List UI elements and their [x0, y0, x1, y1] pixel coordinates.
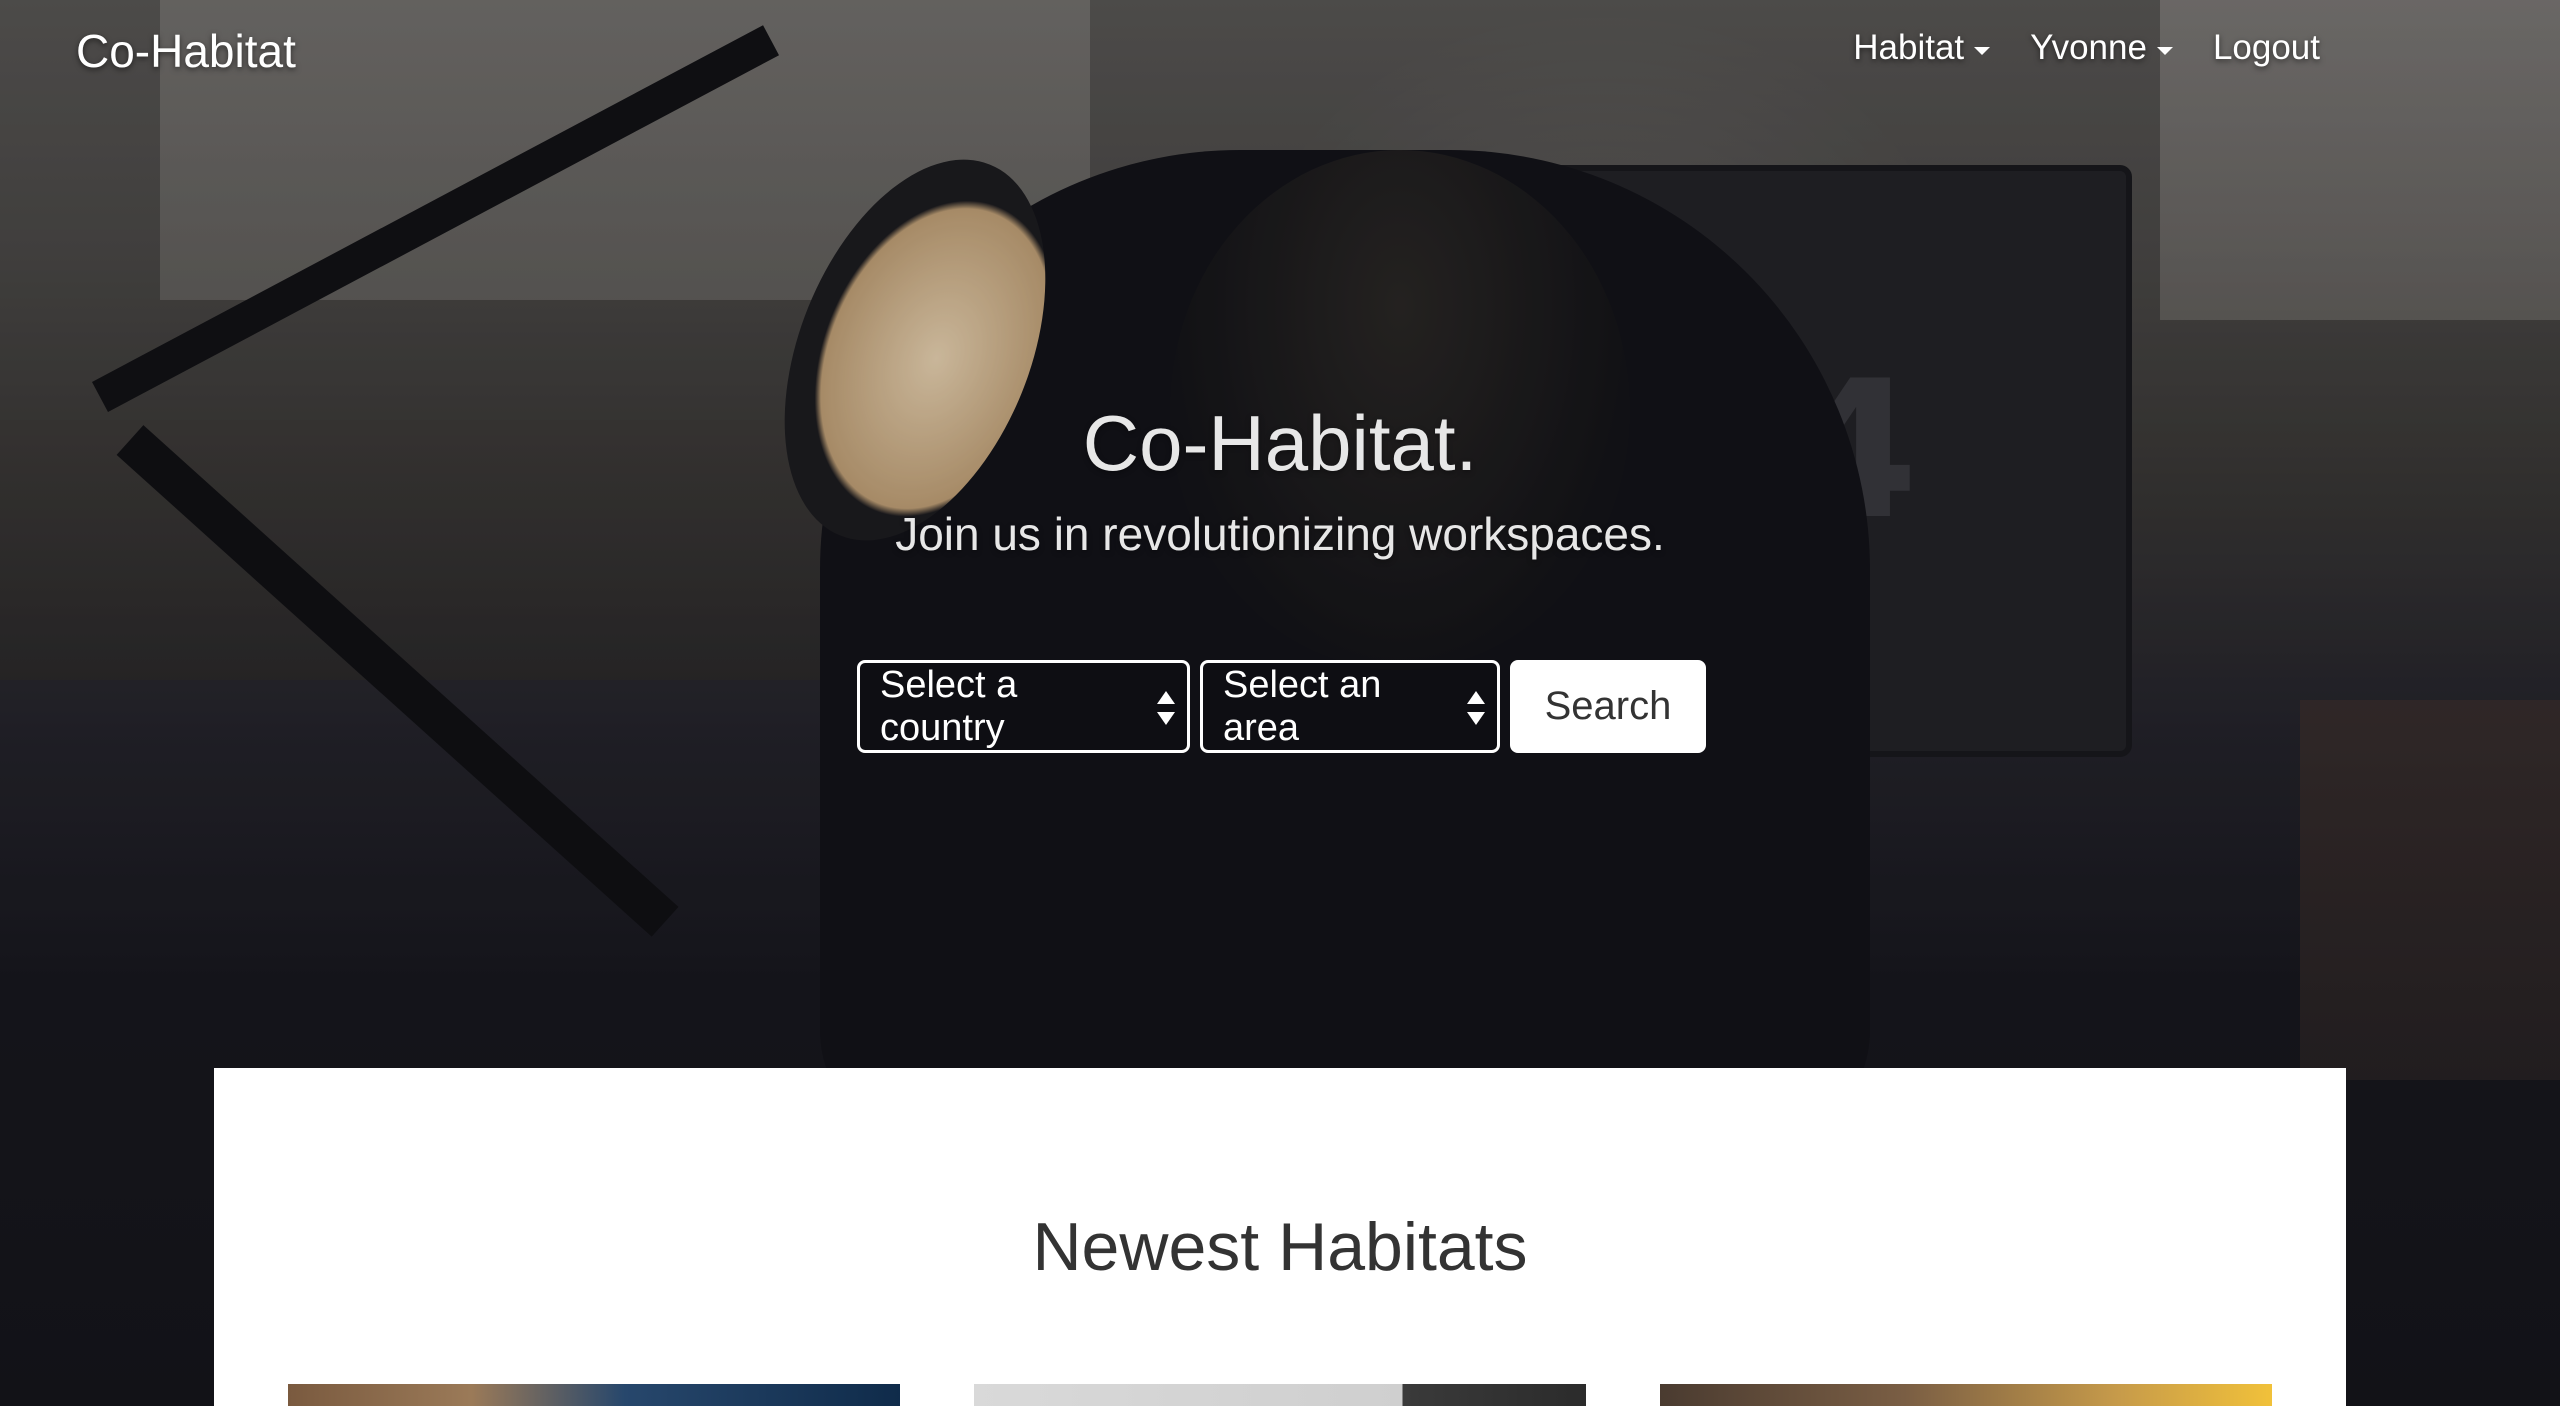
country-select-value: Select a country: [880, 663, 1018, 749]
hero-subtitle: Join us in revolutionizing workspaces.: [895, 508, 1665, 560]
caret-down-icon: [2156, 47, 2173, 55]
nav-item-habitat[interactable]: Habitat: [1853, 28, 1991, 68]
habitat-card-image[interactable]: [288, 1384, 900, 1406]
caret-down-icon: [1974, 47, 1991, 55]
area-select-value: Select an area: [1223, 663, 1382, 749]
nav-item-label: Logout: [2212, 28, 2320, 67]
select-arrows-icon: [1467, 691, 1485, 727]
page: 54 Co-Habitat Habitat Yvonne Logout Co-H…: [0, 0, 2560, 1406]
area-select[interactable]: Select an area: [1200, 660, 1500, 753]
brand-link[interactable]: Co-Habitat: [76, 24, 296, 78]
country-select[interactable]: Select a country: [857, 660, 1190, 753]
search-form: Select a country Select an area Search: [857, 660, 1706, 753]
nav-item-user[interactable]: Yvonne: [2030, 28, 2173, 68]
search-button[interactable]: Search: [1510, 660, 1706, 753]
newest-habitats-title: Newest Habitats: [1032, 1209, 1528, 1285]
habitat-card-image[interactable]: [1660, 1384, 2272, 1406]
hero-title: Co-Habitat.: [1082, 399, 1478, 487]
nav-menu: Habitat Yvonne Logout: [1853, 28, 2320, 68]
select-arrows-icon: [1157, 691, 1175, 727]
nav-item-logout[interactable]: Logout: [2213, 28, 2320, 68]
nav-item-label: Yvonne: [2030, 28, 2147, 67]
navbar: Co-Habitat Habitat Yvonne Logout: [0, 0, 2560, 104]
habitat-card-image[interactable]: [974, 1384, 1586, 1406]
newest-habitats-panel: Newest Habitats: [214, 1068, 2346, 1406]
nav-item-label: Habitat: [1853, 28, 1965, 67]
